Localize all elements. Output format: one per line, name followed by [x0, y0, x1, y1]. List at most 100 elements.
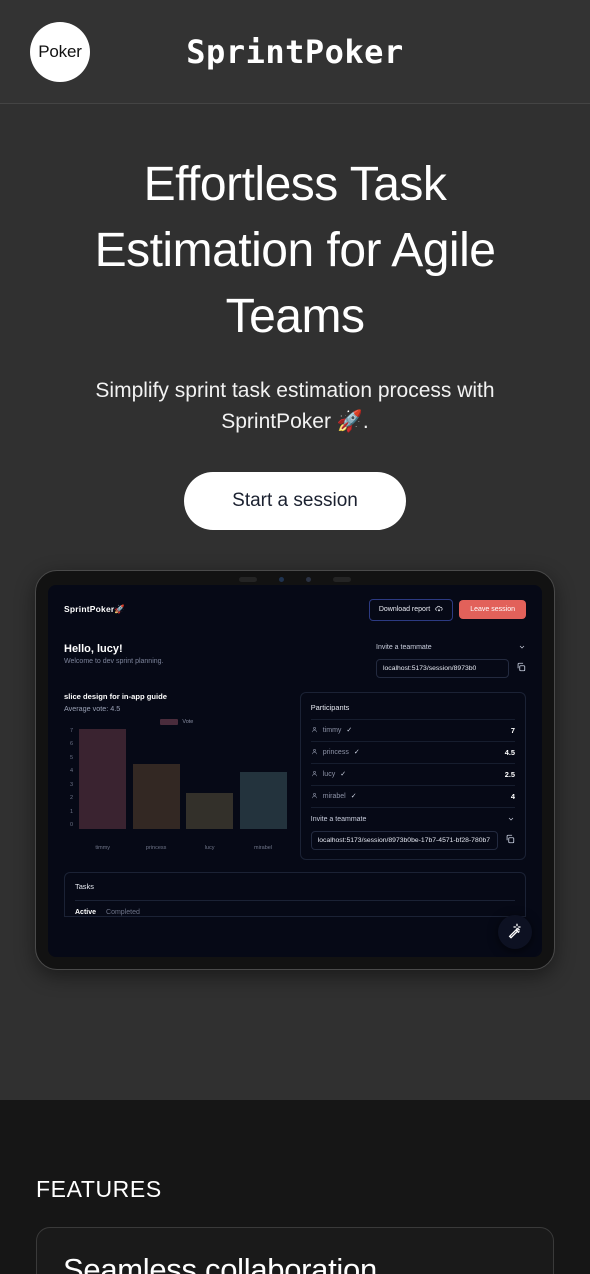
tasks-title: Tasks [75, 881, 94, 891]
greeting-block: Hello, lucy! Welcome to dev sprint plann… [64, 643, 163, 665]
invite-teammate-label-bottom: Invite a teammate [310, 816, 367, 824]
participants-title: Participants [310, 702, 350, 712]
participant-identity: lucy ✓ [311, 770, 346, 779]
tab-completed[interactable]: Completed [106, 909, 140, 916]
hero-section: Effortless Task Estimation for Agile Tea… [0, 104, 590, 530]
invite-teammate-toggle-bottom[interactable]: Invite a teammate [311, 815, 515, 831]
check-icon: ✓ [346, 727, 353, 735]
chart-plot-area: 7 6 5 4 3 2 1 0 [64, 728, 290, 841]
chart-bar-item [186, 729, 234, 829]
user-icon [311, 770, 318, 779]
participants-list: timmy ✓ 7 princess ✓ 4.5 lucy ✓ 2.5 mirabel ✓ 4 [310, 718, 515, 807]
site-header: Poker SprintPoker [0, 0, 590, 104]
chart-bar [239, 771, 287, 829]
participant-identity: timmy ✓ [311, 726, 353, 735]
chart-x-axis: timmy princess lucy mirabel [64, 845, 290, 851]
participant-vote-value: 7 [510, 725, 515, 735]
logo-label: Poker [38, 42, 82, 61]
participant-vote-value: 4 [510, 791, 515, 801]
chart-y-tick: 3 [69, 781, 73, 788]
crown-user-icon [311, 726, 318, 735]
chart-x-label: lucy [204, 844, 215, 851]
user-icon [311, 748, 318, 757]
features-section: FEATURES Seamless collaboration [0, 1100, 590, 1274]
leave-session-button[interactable]: Leave session [459, 600, 526, 620]
chart-y-tick: 1 [69, 808, 73, 815]
app-main-columns: slice design for in-app guide Average vo… [48, 678, 542, 860]
app-screenshot: SprintPoker🚀 Download report Leave sessi… [48, 584, 542, 957]
participant-row: lucy ✓ 2.5 [310, 762, 515, 785]
poker-chip-logo[interactable]: Poker [30, 22, 90, 82]
sensor-pill-icon [333, 577, 351, 583]
participant-identity: mirabel ✓ [311, 792, 357, 801]
chart-bar [79, 728, 127, 829]
session-url-field-top[interactable]: localhost:5173/session/8973b0 [376, 658, 509, 678]
greeting-title: Hello, lucy! [64, 642, 123, 655]
start-session-button[interactable]: Start a session [184, 471, 406, 530]
chart-title: slice design for in-app guide [64, 691, 167, 701]
feature-card-title: Seamless collaboration [63, 1252, 377, 1274]
participant-row: timmy ✓ 7 [310, 718, 515, 741]
chart-bar-item [79, 728, 127, 829]
participant-vote-value: 4.5 [504, 747, 515, 757]
download-report-label: Download report [378, 606, 431, 614]
session-url-row-bottom: localhost:5173/session/8973b0be-17b7-457… [310, 830, 515, 850]
features-kicker: FEATURES [36, 1176, 162, 1202]
participant-name: princess [322, 748, 349, 756]
chevron-down-icon [507, 815, 515, 825]
chart-bar-item [132, 729, 180, 829]
participant-name: mirabel [322, 792, 346, 800]
copy-icon[interactable] [516, 662, 526, 674]
invite-teammate-toggle-top[interactable]: Invite a teammate [376, 643, 526, 659]
magic-wand-fab[interactable] [498, 914, 532, 949]
tablet-mockup-wrapper: SprintPoker🚀 Download report Leave sessi… [35, 569, 555, 970]
participant-name: timmy [322, 726, 342, 734]
chart-bar [186, 793, 234, 829]
user-icon [311, 792, 318, 801]
app-toolbar: SprintPoker🚀 Download report Leave sessi… [48, 585, 542, 621]
participant-vote-value: 2.5 [504, 769, 515, 779]
download-report-button[interactable]: Download report [368, 598, 454, 621]
check-icon: ✓ [340, 771, 347, 779]
participant-row: mirabel ✓ 4 [310, 784, 515, 807]
landing-page: Poker SprintPoker Effortless Task Estima… [0, 0, 590, 1274]
chart-x-label: timmy [95, 844, 111, 851]
chart-y-axis: 7 6 5 4 3 2 1 0 [64, 728, 73, 829]
chart-y-tick: 5 [69, 754, 73, 761]
chart-bar [132, 764, 180, 829]
chart-y-tick: 4 [69, 768, 73, 775]
chart-x-label: princess [145, 844, 167, 851]
app-toolbar-actions: Download report Leave session [368, 598, 526, 621]
tablet-device-frame: SprintPoker🚀 Download report Leave sessi… [35, 569, 555, 970]
camera-lens-icon [279, 577, 284, 583]
participant-row: princess ✓ 4.5 [310, 740, 515, 763]
invite-teammate-bottom: Invite a teammate localhost:5173/session… [310, 806, 515, 850]
chart-y-tick: 2 [69, 795, 73, 802]
feature-card[interactable]: Seamless collaboration [36, 1227, 554, 1274]
tablet-camera-notch [36, 575, 554, 585]
tasks-tabs: Active Completed [75, 901, 515, 916]
cta-wrapper: Start a session [28, 471, 562, 530]
copy-icon[interactable] [505, 834, 515, 846]
download-cloud-icon [435, 605, 443, 615]
participant-identity: princess ✓ [311, 748, 360, 757]
chart-subtitle: Average vote: 4.5 [64, 703, 121, 713]
speaker-grill-icon [239, 577, 257, 583]
page-title: Effortless Task Estimation for Agile Tea… [94, 158, 496, 344]
sensor-dot-icon [306, 577, 311, 583]
invite-teammate-top: Invite a teammate localhost:5173/session… [376, 643, 526, 678]
invite-teammate-label-top: Invite a teammate [376, 644, 432, 652]
chart-bars [73, 728, 290, 829]
hero-subtitle: Simplify sprint task estimation process … [95, 378, 495, 434]
tab-active[interactable]: Active [75, 909, 96, 916]
chart-x-label: mirabel [254, 844, 273, 851]
app-greeting-row: Hello, lucy! Welcome to dev sprint plann… [48, 621, 542, 678]
chart-legend: Vote [64, 718, 290, 725]
session-url-row-top: localhost:5173/session/8973b0 [376, 658, 526, 678]
app-logo: SprintPoker🚀 [64, 604, 126, 615]
tasks-panel: Tasks Active Completed [64, 871, 526, 917]
session-url-field-bottom[interactable]: localhost:5173/session/8973b0be-17b7-457… [310, 830, 498, 850]
check-icon: ✓ [350, 793, 357, 801]
chart-bar-item [239, 729, 287, 829]
vote-chart: slice design for in-app guide Average vo… [64, 692, 290, 860]
